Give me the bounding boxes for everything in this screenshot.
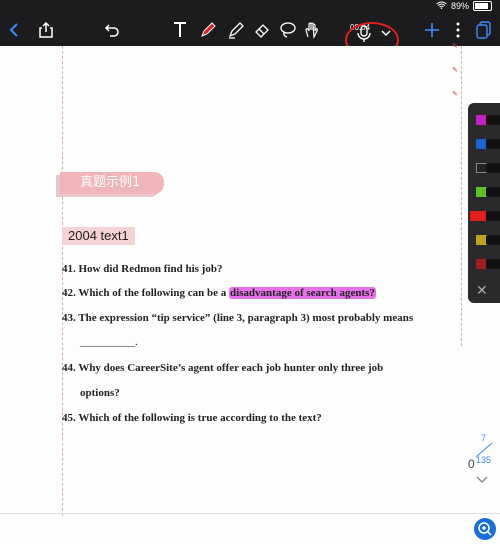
question-42: 42. Which of the following can be a disa… [62, 287, 376, 299]
page-indicator[interactable]: 7 0 135 [468, 430, 498, 474]
wifi-icon [436, 1, 447, 11]
answer-blank: __________. [80, 336, 138, 348]
undo-button[interactable] [98, 16, 126, 44]
pen-color-black[interactable] [468, 163, 500, 173]
share-button[interactable] [32, 16, 60, 44]
question-43: 43. The expression “tip service” (line 3… [62, 312, 414, 324]
page-counter: 0 [468, 457, 475, 471]
eraser-tool-button[interactable] [248, 16, 276, 44]
more-button[interactable] [444, 16, 472, 44]
share-icon [38, 21, 54, 39]
hand-tool-button[interactable] [298, 16, 326, 44]
undo-icon [104, 22, 120, 38]
margin-mark: ✎ [452, 67, 458, 74]
pen-palette [468, 103, 500, 303]
back-button[interactable] [0, 16, 28, 44]
margin-mark: ✎ [452, 43, 458, 50]
more-vertical-icon [455, 22, 461, 38]
add-button[interactable] [418, 16, 446, 44]
highlighter-tool-button[interactable] [222, 16, 250, 44]
battery-percent: 89% [450, 1, 469, 11]
pen-color-magenta[interactable] [468, 115, 500, 125]
pen-tool-button[interactable] [194, 16, 222, 44]
toolbar: 00:04 [0, 14, 500, 58]
margin-mark: ✎ [452, 91, 458, 98]
question-44: 44. Why does CareerSite’s agent offer ea… [62, 362, 384, 374]
zoom-icon [478, 522, 492, 536]
total-pages: 135 [476, 455, 492, 465]
left-margin-line [62, 46, 63, 516]
section-badge: 真题示例1 [60, 172, 164, 194]
close-palette-icon[interactable]: ✕ [476, 282, 488, 299]
right-margin-line [461, 46, 462, 346]
bottom-divider [0, 513, 500, 514]
eraser-icon [253, 21, 271, 39]
pen-icon [199, 21, 217, 39]
text-tool-icon [172, 21, 188, 39]
pen-color-red[interactable] [468, 211, 500, 221]
highlighter-icon [227, 21, 245, 39]
question-45: 45. Which of the following is true accor… [62, 412, 322, 424]
status-bar: 89% [0, 0, 500, 14]
battery-icon [473, 1, 492, 11]
chevron-left-icon [8, 22, 20, 38]
lasso-icon [279, 21, 297, 39]
text-label: 2004 text1 [62, 227, 135, 245]
highlighted-text: disadvantage of search agents? [228, 287, 376, 299]
hand-icon [303, 21, 321, 39]
question-41: 41. How did Redmon find his job? [62, 263, 223, 275]
question-44-continued: options? [80, 387, 120, 399]
status-right: 89% [436, 1, 492, 11]
pen-color-yellow[interactable] [468, 235, 500, 245]
chevron-down-icon[interactable] [475, 475, 489, 485]
zoom-button[interactable] [474, 518, 496, 540]
pages-icon [476, 21, 492, 39]
pen-color-blue[interactable] [468, 139, 500, 149]
pen-color-darkred[interactable] [468, 259, 500, 269]
pages-button[interactable] [470, 16, 498, 44]
plus-icon [424, 22, 440, 38]
pen-color-green[interactable] [468, 187, 500, 197]
text-tool-button[interactable] [166, 16, 194, 44]
